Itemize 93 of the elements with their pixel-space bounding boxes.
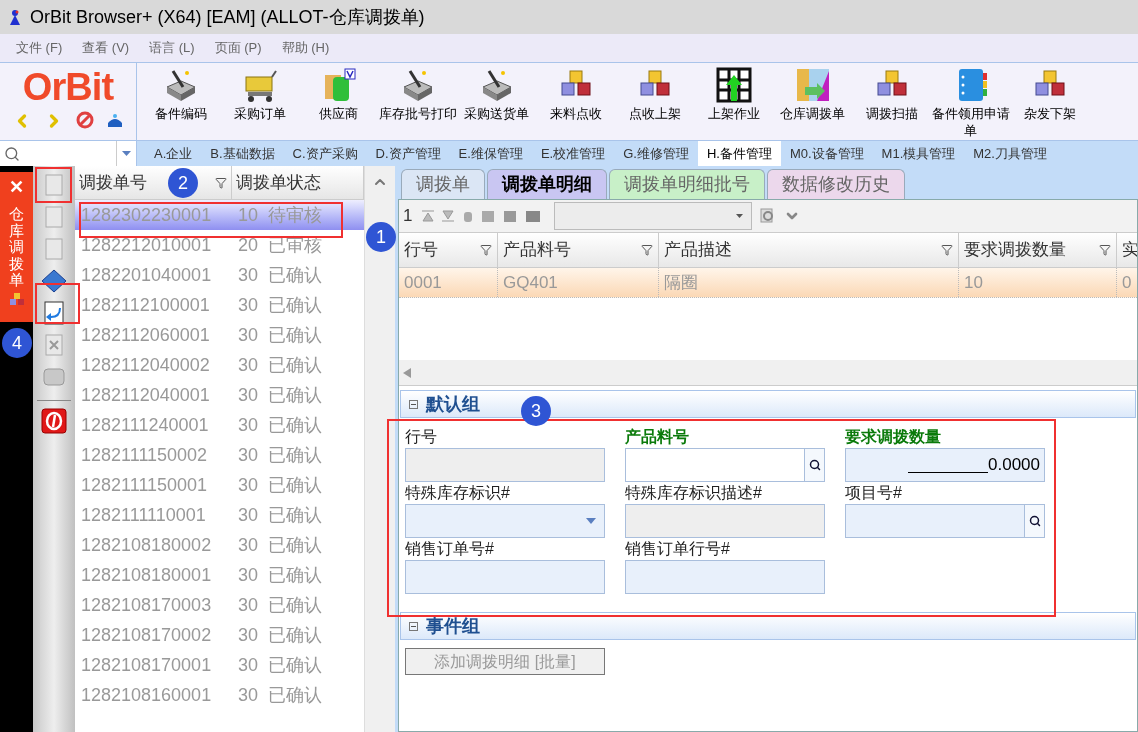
toolbar-button[interactable]: 采购送货单 — [457, 63, 536, 122]
module-tab[interactable]: E.维保管理 — [449, 141, 532, 166]
module-tab[interactable]: B.基础数据 — [201, 141, 284, 166]
app-icon — [8, 9, 22, 25]
horizontal-scrollbar[interactable] — [399, 360, 1137, 386]
return-document-icon[interactable] — [41, 300, 67, 326]
menu-item[interactable]: 文件 (F) — [16, 38, 63, 58]
column-header[interactable]: 调拨单状态 — [232, 166, 364, 199]
power-icon[interactable] — [40, 407, 68, 435]
toolbar-button[interactable]: 备件领用申请单 — [931, 63, 1010, 139]
search-icon[interactable] — [1028, 515, 1041, 527]
menu-item[interactable]: 帮助 (H) — [281, 38, 330, 58]
input-field[interactable] — [405, 560, 605, 594]
collapse-icon[interactable] — [409, 399, 418, 409]
side-tab[interactable]: ✕ 仓库调拨单 — [0, 172, 33, 322]
search-icon — [4, 145, 20, 162]
toolbar-button[interactable]: 库存批号打印 — [378, 63, 457, 122]
column-header[interactable]: 产品描述 — [659, 233, 959, 267]
number-field[interactable]: 0.0000 — [845, 448, 1045, 482]
field-label: 行号 — [405, 427, 438, 447]
dropdown-field[interactable] — [405, 504, 605, 538]
dropdown-arrow-icon[interactable] — [586, 518, 596, 524]
field-label: 要求调拨数量 — [845, 427, 942, 447]
lookup-field[interactable] — [625, 448, 825, 482]
toolbar-button[interactable]: 杂发下架 — [1010, 63, 1089, 122]
input-field[interactable] — [625, 560, 825, 594]
cubes-icon — [9, 292, 24, 305]
search-field[interactable] — [0, 141, 137, 166]
read-only-field[interactable] — [405, 448, 605, 482]
menu-item[interactable]: 查看 (V) — [82, 38, 130, 58]
filter-icon[interactable] — [1099, 244, 1111, 256]
toolbar-button[interactable]: 来料点收 — [536, 63, 615, 122]
record-count: 1 — [403, 205, 413, 228]
collapse-icon[interactable] — [409, 621, 418, 631]
module-tab[interactable]: A.企业 — [145, 141, 202, 166]
field-label: 项目号# — [845, 483, 903, 503]
table-cell: 10 — [959, 268, 1117, 297]
field-label: 产品料号 — [625, 427, 690, 447]
toolbar-button[interactable]: 点收上架 — [615, 63, 694, 122]
read-only-field[interactable] — [625, 504, 825, 538]
group-header[interactable]: 事件组 — [400, 612, 1136, 640]
module-tab[interactable]: E.校准管理 — [531, 141, 615, 166]
lookup-field[interactable] — [845, 504, 1045, 538]
column-header[interactable]: 行号 — [399, 233, 498, 267]
detail-tab[interactable]: 调拨单 — [401, 169, 485, 199]
module-tab[interactable]: M1.模具管理 — [872, 141, 965, 166]
dropdown-arrow-icon[interactable] — [736, 214, 744, 218]
dropdown-field[interactable] — [554, 202, 753, 230]
search-icon[interactable] — [808, 459, 821, 471]
menu-item[interactable]: 语言 (L) — [149, 38, 195, 58]
stop-icon[interactable] — [76, 111, 94, 129]
scroll-left-icon[interactable] — [403, 367, 411, 378]
column-header[interactable]: 要求调拨数量 — [959, 233, 1117, 267]
toolbar-button[interactable]: 供应商 — [299, 63, 378, 122]
toolbar-button[interactable]: 调拨扫描 — [852, 63, 931, 122]
filter-icon[interactable] — [215, 176, 227, 189]
table-cell: GQ401 — [498, 268, 659, 297]
module-tab[interactable]: D.资产管理 — [366, 141, 450, 166]
dropdown-arrow-icon[interactable] — [122, 151, 131, 156]
detail-tab[interactable]: 调拨单明细批号 — [609, 169, 765, 199]
filter-icon[interactable] — [480, 244, 492, 256]
transfer-icon — [794, 67, 831, 103]
field-label: 销售订单号# — [405, 539, 495, 559]
toolbar-button[interactable]: 备件编码 — [141, 63, 220, 122]
filter-icon[interactable] — [941, 244, 953, 256]
toolbar-button[interactable]: 上架作业 — [694, 63, 773, 122]
table-cell: 0001 — [399, 268, 498, 297]
module-tab[interactable]: M0.设备管理 — [780, 141, 873, 166]
module-tab[interactable]: M2.刀具管理 — [964, 141, 1056, 166]
logo: OrBit — [22, 67, 114, 107]
window-title: OrBit Browser+ (X64) [EAM] (ALLOT-仓库调拨单) — [30, 5, 425, 29]
module-tab[interactable]: G.维修管理 — [614, 141, 698, 166]
highlight-frame — [35, 167, 72, 203]
close-button[interactable]: ✕ — [9, 176, 24, 198]
diamond-icon[interactable] — [41, 268, 67, 294]
group-title: 默认组 — [426, 392, 480, 416]
menu-item[interactable]: 页面 (P) — [214, 38, 262, 58]
table-cell: 隔圈 — [659, 268, 959, 297]
toolbar-button[interactable]: 仓库调拨单 — [773, 63, 852, 122]
module-tab[interactable]: H.备件管理 — [697, 141, 781, 166]
grid-up-arrow-icon — [715, 67, 752, 103]
detail-tab[interactable]: 数据修改历史 — [767, 169, 905, 199]
table-cell: 0 — [1117, 268, 1137, 297]
group-title: 事件组 — [426, 614, 480, 638]
toolbar-button[interactable]: 采购订单 — [220, 63, 299, 122]
filter-icon[interactable] — [641, 244, 653, 256]
field-label: 特殊库存标识描述# — [625, 483, 763, 503]
highlight-frame — [35, 283, 80, 324]
module-tab[interactable]: C.资产采购 — [283, 141, 367, 166]
column-header[interactable]: 产品料号 — [498, 233, 659, 267]
field-label: 特殊库存标识# — [405, 483, 511, 503]
field-label: 销售订单行号# — [625, 539, 731, 559]
detail-tab[interactable]: 调拨单明细 — [487, 169, 607, 199]
